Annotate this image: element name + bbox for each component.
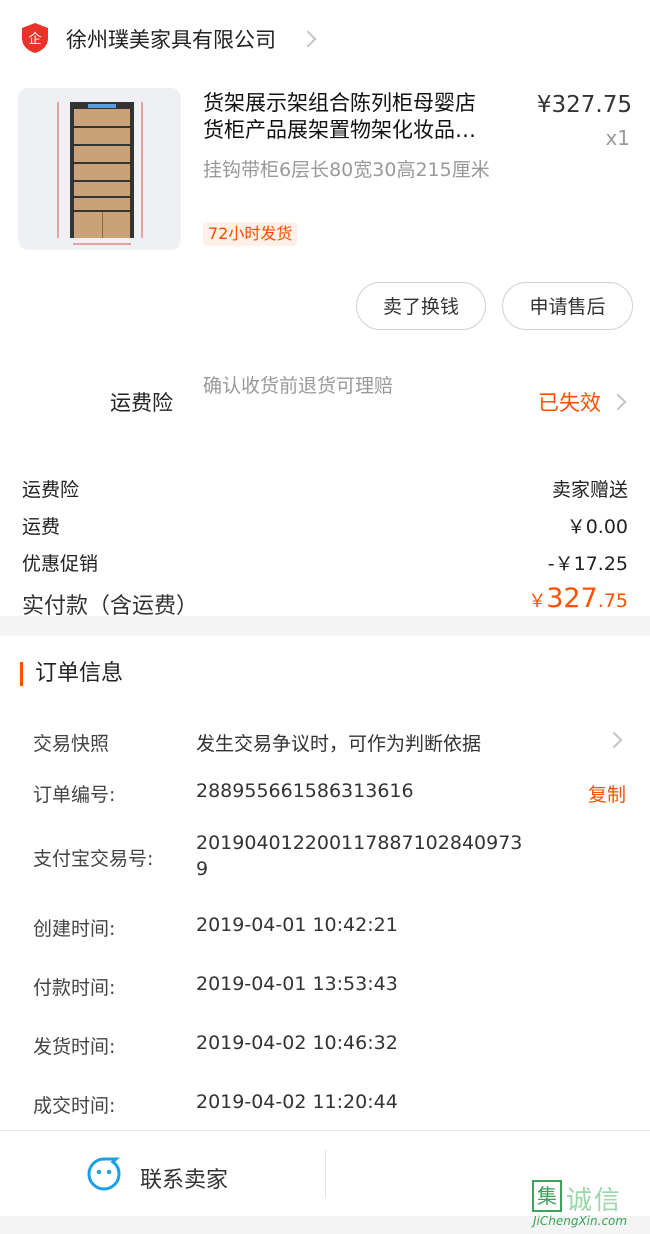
order-number-label: 订单编号:: [33, 784, 116, 806]
paid-decimal: .75: [597, 590, 628, 612]
chevron-right-icon[interactable]: [299, 30, 317, 48]
watermark-url: JiChengXin.com: [533, 1214, 628, 1228]
snapshot-label[interactable]: 交易快照: [33, 729, 109, 756]
order-number: 288955661586313616: [196, 780, 414, 802]
fee-value: -￥17.25: [547, 553, 628, 575]
order-info-title: 订单信息: [20, 662, 123, 686]
snapshot-value[interactable]: 发生交易争议时，可作为判断依据: [196, 729, 481, 756]
bottom-bar-border: [0, 1130, 650, 1131]
insurance-status[interactable]: 已失效: [538, 387, 601, 417]
bottom-bar-separator: [325, 1150, 326, 1198]
chat-smile-icon[interactable]: [86, 1156, 122, 1192]
chevron-right-icon[interactable]: [609, 393, 627, 411]
paid-time-label: 付款时间:: [33, 977, 116, 999]
contact-seller-button[interactable]: 联系卖家: [140, 1162, 228, 1194]
after-sale-button[interactable]: 申请售后: [502, 282, 633, 330]
paid-amount: ￥327.75: [528, 583, 628, 614]
shipping-promise-tag: 72小时发货: [203, 222, 298, 246]
alipay-number-line1: 201904012200117887102840973: [196, 832, 523, 854]
shop-name[interactable]: 徐州璞美家具有限公司: [66, 24, 276, 54]
copy-button[interactable]: 复制: [588, 780, 626, 807]
closed-time-label: 成交时间:: [33, 1095, 116, 1117]
fee-label: 运费险: [22, 479, 80, 501]
product-price: ¥327.75: [536, 92, 632, 118]
product-title[interactable]: 货架展示架组合陈列柜母婴店 货柜产品展架置物架化妆品…: [203, 90, 513, 144]
insurance-description: 确认收货前退货可理赔: [203, 375, 394, 397]
watermark-text: 诚信: [566, 1186, 623, 1216]
svg-text:企: 企: [28, 31, 41, 47]
created-time-label: 创建时间:: [33, 918, 116, 940]
fee-label: 运费: [22, 516, 61, 538]
resell-button[interactable]: 卖了换钱: [356, 282, 486, 330]
alipay-number-label: 支付宝交易号:: [33, 848, 154, 870]
alipay-number-line2: 9: [196, 858, 209, 880]
product-quantity: x1: [605, 126, 630, 150]
paid-currency: ￥: [528, 591, 547, 612]
fee-row-discount: 优惠促销 -￥17.25: [22, 549, 628, 577]
fee-value: ￥0.00: [566, 516, 628, 538]
section-divider: [0, 616, 650, 636]
product-thumbnail[interactable]: [18, 88, 181, 250]
closed-time: 2019-04-02 11:20:44: [196, 1091, 398, 1113]
shipped-time-label: 发货时间:: [33, 1036, 116, 1058]
product-title-line1: 货架展示架组合陈列柜母婴店: [203, 91, 476, 115]
product-title-line2: 货柜产品展架置物架化妆品…: [203, 118, 476, 142]
paid-integer: 327: [546, 583, 598, 614]
shipped-time: 2019-04-02 10:46:32: [196, 1032, 398, 1054]
fee-row-shipping: 运费 ￥0.00: [22, 512, 628, 540]
insurance-label: 运费险: [110, 391, 173, 415]
fee-value: 卖家赠送: [551, 479, 628, 501]
product-spec: 挂钩带柜6层长80宽30高215厘米: [203, 159, 490, 181]
alipay-number: 201904012200117887102840973 9: [196, 830, 522, 882]
fee-label: 优惠促销: [22, 553, 99, 575]
fee-row-insurance: 运费险 卖家赠送: [22, 475, 628, 503]
enterprise-badge-icon: 企: [22, 23, 48, 53]
chevron-right-icon[interactable]: [605, 731, 623, 749]
watermark-logo-box: 集: [532, 1180, 562, 1212]
paid-time: 2019-04-01 13:53:43: [196, 973, 398, 995]
created-time: 2019-04-01 10:42:21: [196, 914, 398, 936]
